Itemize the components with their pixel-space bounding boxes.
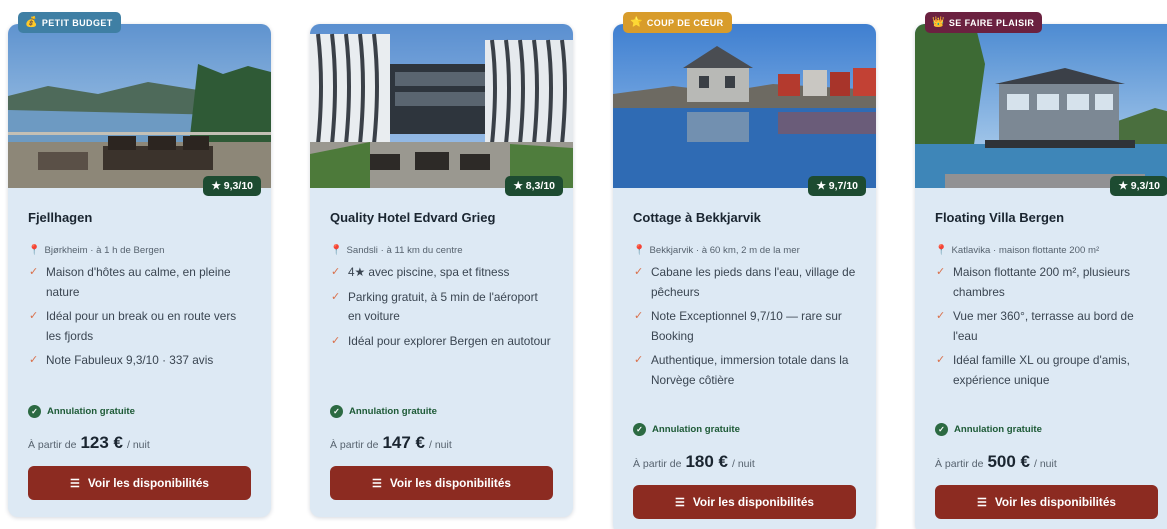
rating-badge: ★ 9,3/10 <box>203 176 261 196</box>
check-circle-icon: ✓ <box>633 423 646 436</box>
price-amount: 123 € <box>80 433 123 452</box>
check-icon: ✓ <box>634 354 644 366</box>
check-icon: ✓ <box>936 310 946 322</box>
feature-item: ✓ Idéal pour un break ou en route vers le… <box>29 309 237 343</box>
price-amount: 180 € <box>685 452 728 471</box>
price-line: À partir de 500 € / nuit <box>935 452 1057 471</box>
check-circle-icon: ✓ <box>935 423 948 436</box>
feature-item: ✓ Parking gratuit, à 5 min de l'aéroport … <box>331 289 538 324</box>
check-icon: ✓ <box>29 266 39 278</box>
check-icon: ✓ <box>331 290 341 303</box>
free-cancellation: ✓ Annulation gratuite <box>28 405 135 418</box>
fjord-terrace-image <box>8 24 271 188</box>
hotel-title[interactable]: Floating Villa Bergen <box>935 210 1158 228</box>
feature-list: ✓ Maison d'hôtes au calme, en pleine natu… <box>28 263 251 371</box>
floating-villa-image <box>915 24 1167 188</box>
check-icon: ✓ <box>29 354 39 366</box>
favorite-badge: ⭐ COUP DE CŒUR <box>623 12 732 33</box>
feature-item: ✓ Note Fabuleux 9,3/10 · 337 avis <box>28 351 251 371</box>
feature-item: ✓ Idéal famille XL ou groupe d'amis, expé… <box>936 353 1130 387</box>
location-text: Sandsli · à 11 km du centre <box>346 244 463 256</box>
map-pin-icon: 📍 <box>330 244 343 256</box>
price-line: À partir de 147 € / nuit <box>330 433 452 452</box>
check-icon: ✓ <box>331 334 341 347</box>
badge-label: COUP DE CŒUR <box>646 17 724 28</box>
feature-item: ✓ Maison d'hôtes au calme, en pleine natu… <box>29 265 231 299</box>
price-line: À partir de 180 € / nuit <box>633 452 755 471</box>
budget-badge: 💰 PETIT BUDGET <box>18 12 121 33</box>
check-icon: ✓ <box>936 266 946 278</box>
check-icon: ✓ <box>29 310 39 322</box>
price-line: À partir de 123 € / nuit <box>28 433 150 452</box>
check-icon: ✓ <box>634 266 644 278</box>
feature-item: ✓ 4★ avec piscine, spa et fitness <box>330 263 553 283</box>
check-icon: ✓ <box>331 266 341 278</box>
feature-item: ✓ Vue mer 360°, terrasse au bord de l'eau <box>936 309 1134 343</box>
location-line: 📍 Bekkjarvik · à 60 km, 2 m de la mer <box>633 243 856 257</box>
view-availability-button[interactable]: ☰ Voir les disponibilités <box>330 466 553 500</box>
check-icon: ✓ <box>936 354 946 366</box>
badge-label: SE FAIRE PLAISIR <box>948 17 1035 28</box>
view-availability-button[interactable]: ☰ Voir les disponibilités <box>935 485 1158 519</box>
hotel-card-bekkjarvik-cottage: ⭐ COUP DE CŒUR ★ 9,7/10 Cottage à Bekkja… <box>613 12 876 529</box>
location-text: Bjørkheim · à 1 h de Bergen <box>44 244 165 256</box>
feature-list: ✓ 4★ avec piscine, spa et fitness ✓ Parkin… <box>330 263 553 351</box>
feature-item: ✓ Maison flottante 200 m², plusieurs cham… <box>936 265 1131 299</box>
check-icon: ✓ <box>634 310 644 322</box>
check-circle-icon: ✓ <box>330 405 343 418</box>
price-amount: 500 € <box>987 452 1030 471</box>
list-icon: ☰ <box>675 496 685 509</box>
check-circle-icon: ✓ <box>28 405 41 418</box>
feature-item: ✓ Cabane les pieds dans l'eau, village de… <box>634 265 856 299</box>
view-availability-button[interactable]: ☰ Voir les disponibilités <box>28 466 251 500</box>
crown-icon: 👑 <box>932 16 945 28</box>
price-amount: 147 € <box>382 433 425 452</box>
feature-list: ✓ Maison flottante 200 m², plusieurs cham… <box>935 263 1158 390</box>
treat-badge: 👑 SE FAIRE PLAISIR <box>925 12 1043 33</box>
hotel-card-fjellhagen: 💰 PETIT BUDGET ★ 9,3/10 Fjellhagen 📍 Bjø… <box>8 12 271 517</box>
hotel-title[interactable]: Fjellhagen <box>28 210 251 228</box>
map-pin-icon: 📍 <box>28 244 41 256</box>
location-text: Katlavika · maison flottante 200 m² <box>951 244 1100 256</box>
hotel-title[interactable]: Cottage à Bekkjarvik <box>633 210 856 228</box>
feature-item: ✓ Note Exceptionnel 9,7/10 — rare sur Boo… <box>634 309 842 343</box>
hotel-photo[interactable] <box>915 24 1167 188</box>
map-pin-icon: 📍 <box>633 244 646 256</box>
money-bag-icon: 💰 <box>25 16 38 28</box>
rating-badge: ★ 9,7/10 <box>808 176 866 196</box>
rating-badge: ★ 8,3/10 <box>505 176 563 196</box>
list-icon: ☰ <box>70 477 80 490</box>
location-text: Bekkjarvik · à 60 km, 2 m de la mer <box>649 244 800 256</box>
view-availability-button[interactable]: ☰ Voir les disponibilités <box>633 485 856 519</box>
hotel-card-quality-hotel: ★ 8,3/10 Quality Hotel Edvard Grieg 📍 Sa… <box>310 24 573 517</box>
location-line: 📍 Bjørkheim · à 1 h de Bergen <box>28 243 251 257</box>
list-icon: ☰ <box>372 477 382 490</box>
list-icon: ☰ <box>977 496 987 509</box>
hotel-title[interactable]: Quality Hotel Edvard Grieg <box>330 210 553 228</box>
location-line: 📍 Katlavika · maison flottante 200 m² <box>935 243 1158 257</box>
feature-item: ✓ Idéal pour explorer Bergen en autotour <box>330 332 553 352</box>
location-line: 📍 Sandsli · à 11 km du centre <box>330 243 553 257</box>
rating-badge: ★ 9,3/10 <box>1110 176 1167 196</box>
hotel-card-floating-villa: 👑 SE FAIRE PLAISIR ★ 9,3/10 Floating Vil… <box>915 12 1167 529</box>
hotel-photo[interactable] <box>613 24 876 188</box>
free-cancellation: ✓ Annulation gratuite <box>330 405 437 418</box>
map-pin-icon: 📍 <box>935 244 948 256</box>
feature-list: ✓ Cabane les pieds dans l'eau, village de… <box>633 263 856 390</box>
badge-label: PETIT BUDGET <box>41 17 113 28</box>
hotel-photo[interactable] <box>8 24 271 188</box>
free-cancellation: ✓ Annulation gratuite <box>935 423 1042 436</box>
feature-item: ✓ Authentique, immersion totale dans la N… <box>634 353 849 387</box>
star-icon: ⭐ <box>630 16 643 28</box>
modern-hotel-image <box>310 24 573 188</box>
fishing-village-image <box>613 24 876 188</box>
hotel-photo[interactable] <box>310 24 573 188</box>
free-cancellation: ✓ Annulation gratuite <box>633 423 740 436</box>
